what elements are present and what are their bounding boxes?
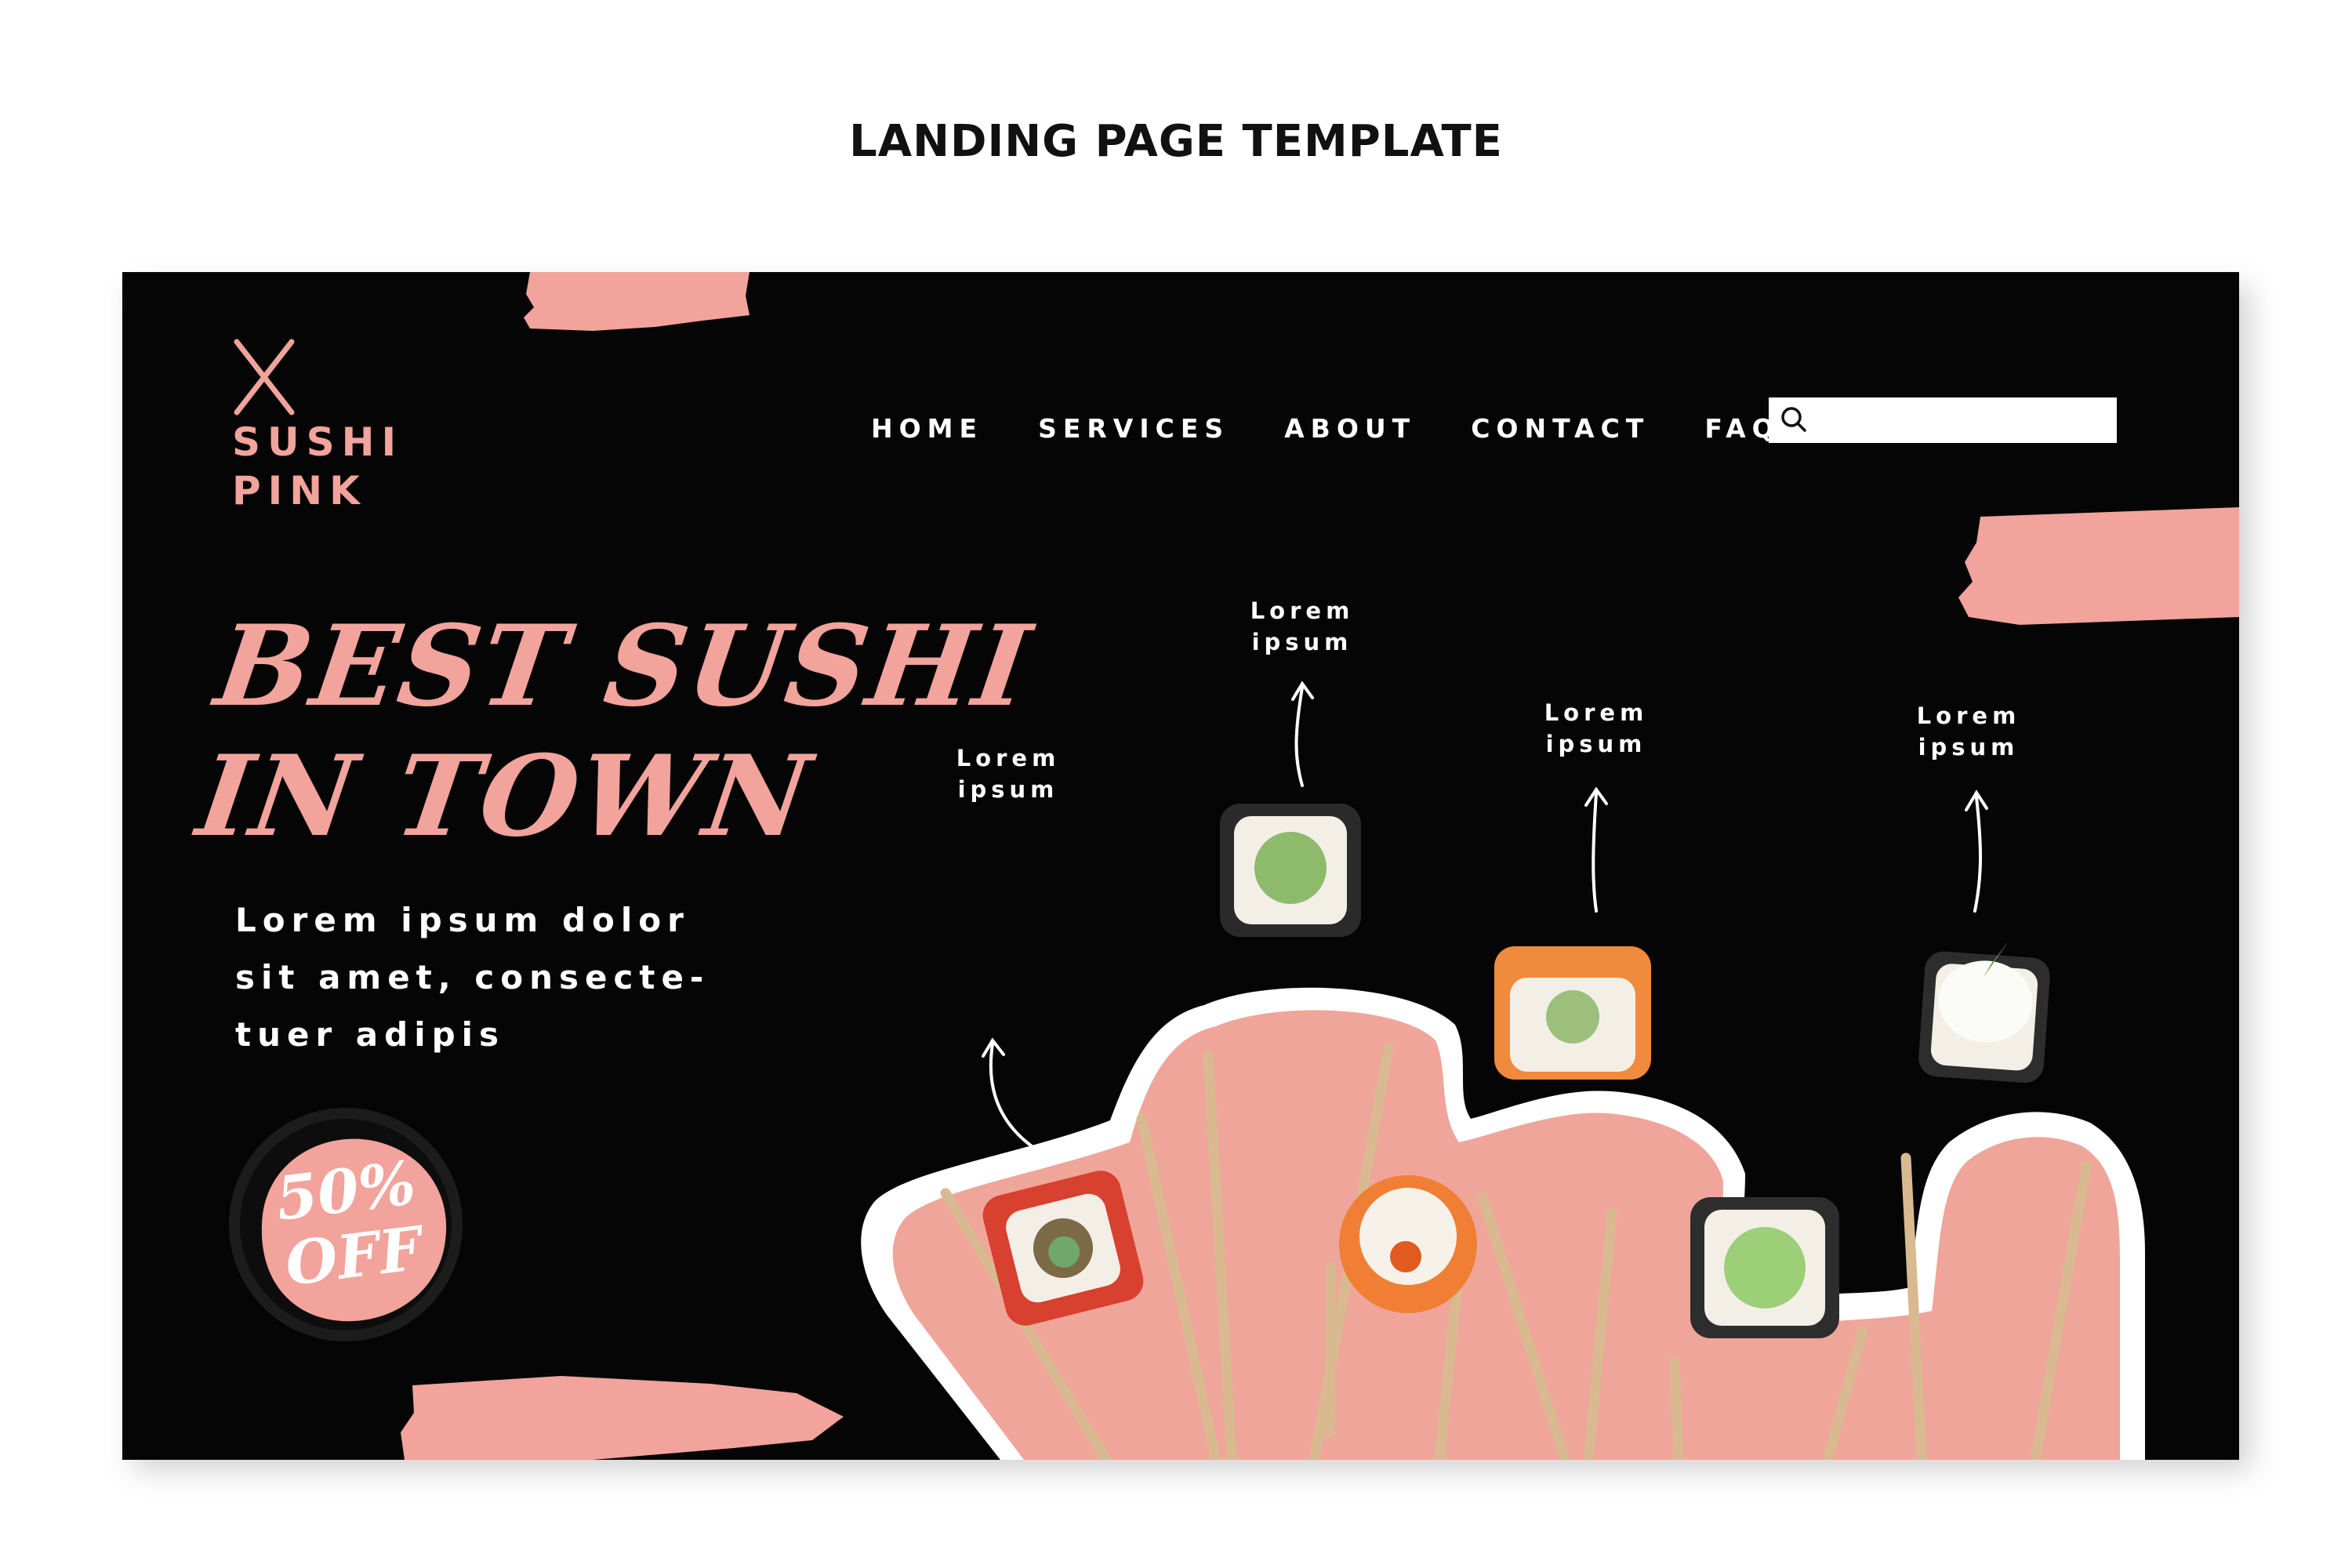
callout-line: Lorem [956, 745, 1061, 771]
callout-line: Lorem [1916, 702, 2021, 729]
callout-label: Lorem ipsum [930, 742, 1087, 805]
callout-line: ipsum [1251, 629, 1353, 655]
callout-line: ipsum [1545, 731, 1647, 757]
callout-line: Lorem [1250, 597, 1355, 624]
callout-label: Lorem ipsum [1890, 700, 2047, 763]
callout-label: Lorem ipsum [1518, 697, 1675, 760]
page-title: LANDING PAGE TEMPLATE [849, 116, 1503, 167]
callout-label: Lorem ipsum [1224, 595, 1381, 658]
hero-section: SUSHI PINK HOME SERVICES ABOUT CONTACT F… [122, 272, 2239, 1460]
callout-line: ipsum [957, 776, 1059, 803]
sushi-showcase-image [861, 681, 2145, 1460]
callout-line: Lorem [1544, 699, 1649, 726]
callout-line: ipsum [1918, 734, 2020, 760]
